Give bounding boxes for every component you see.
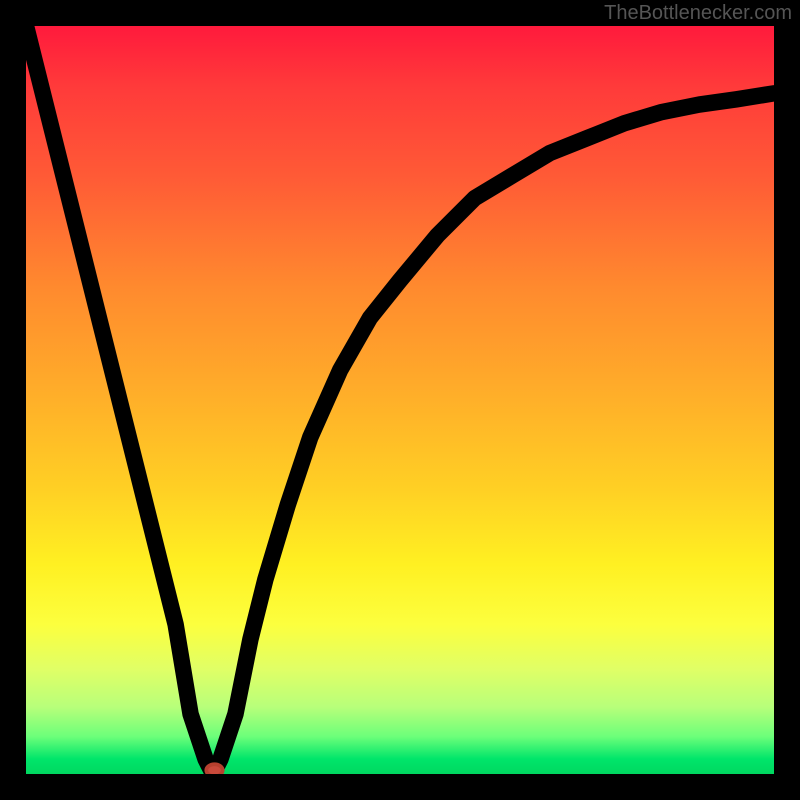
curve-path: [26, 26, 774, 774]
watermark-text: TheBottlenecker.com: [604, 2, 792, 25]
minimum-marker: [206, 764, 222, 774]
bottleneck-curve: [26, 26, 774, 774]
page: TheBottlenecker.com: [0, 0, 800, 800]
plot-frame: [26, 26, 774, 774]
